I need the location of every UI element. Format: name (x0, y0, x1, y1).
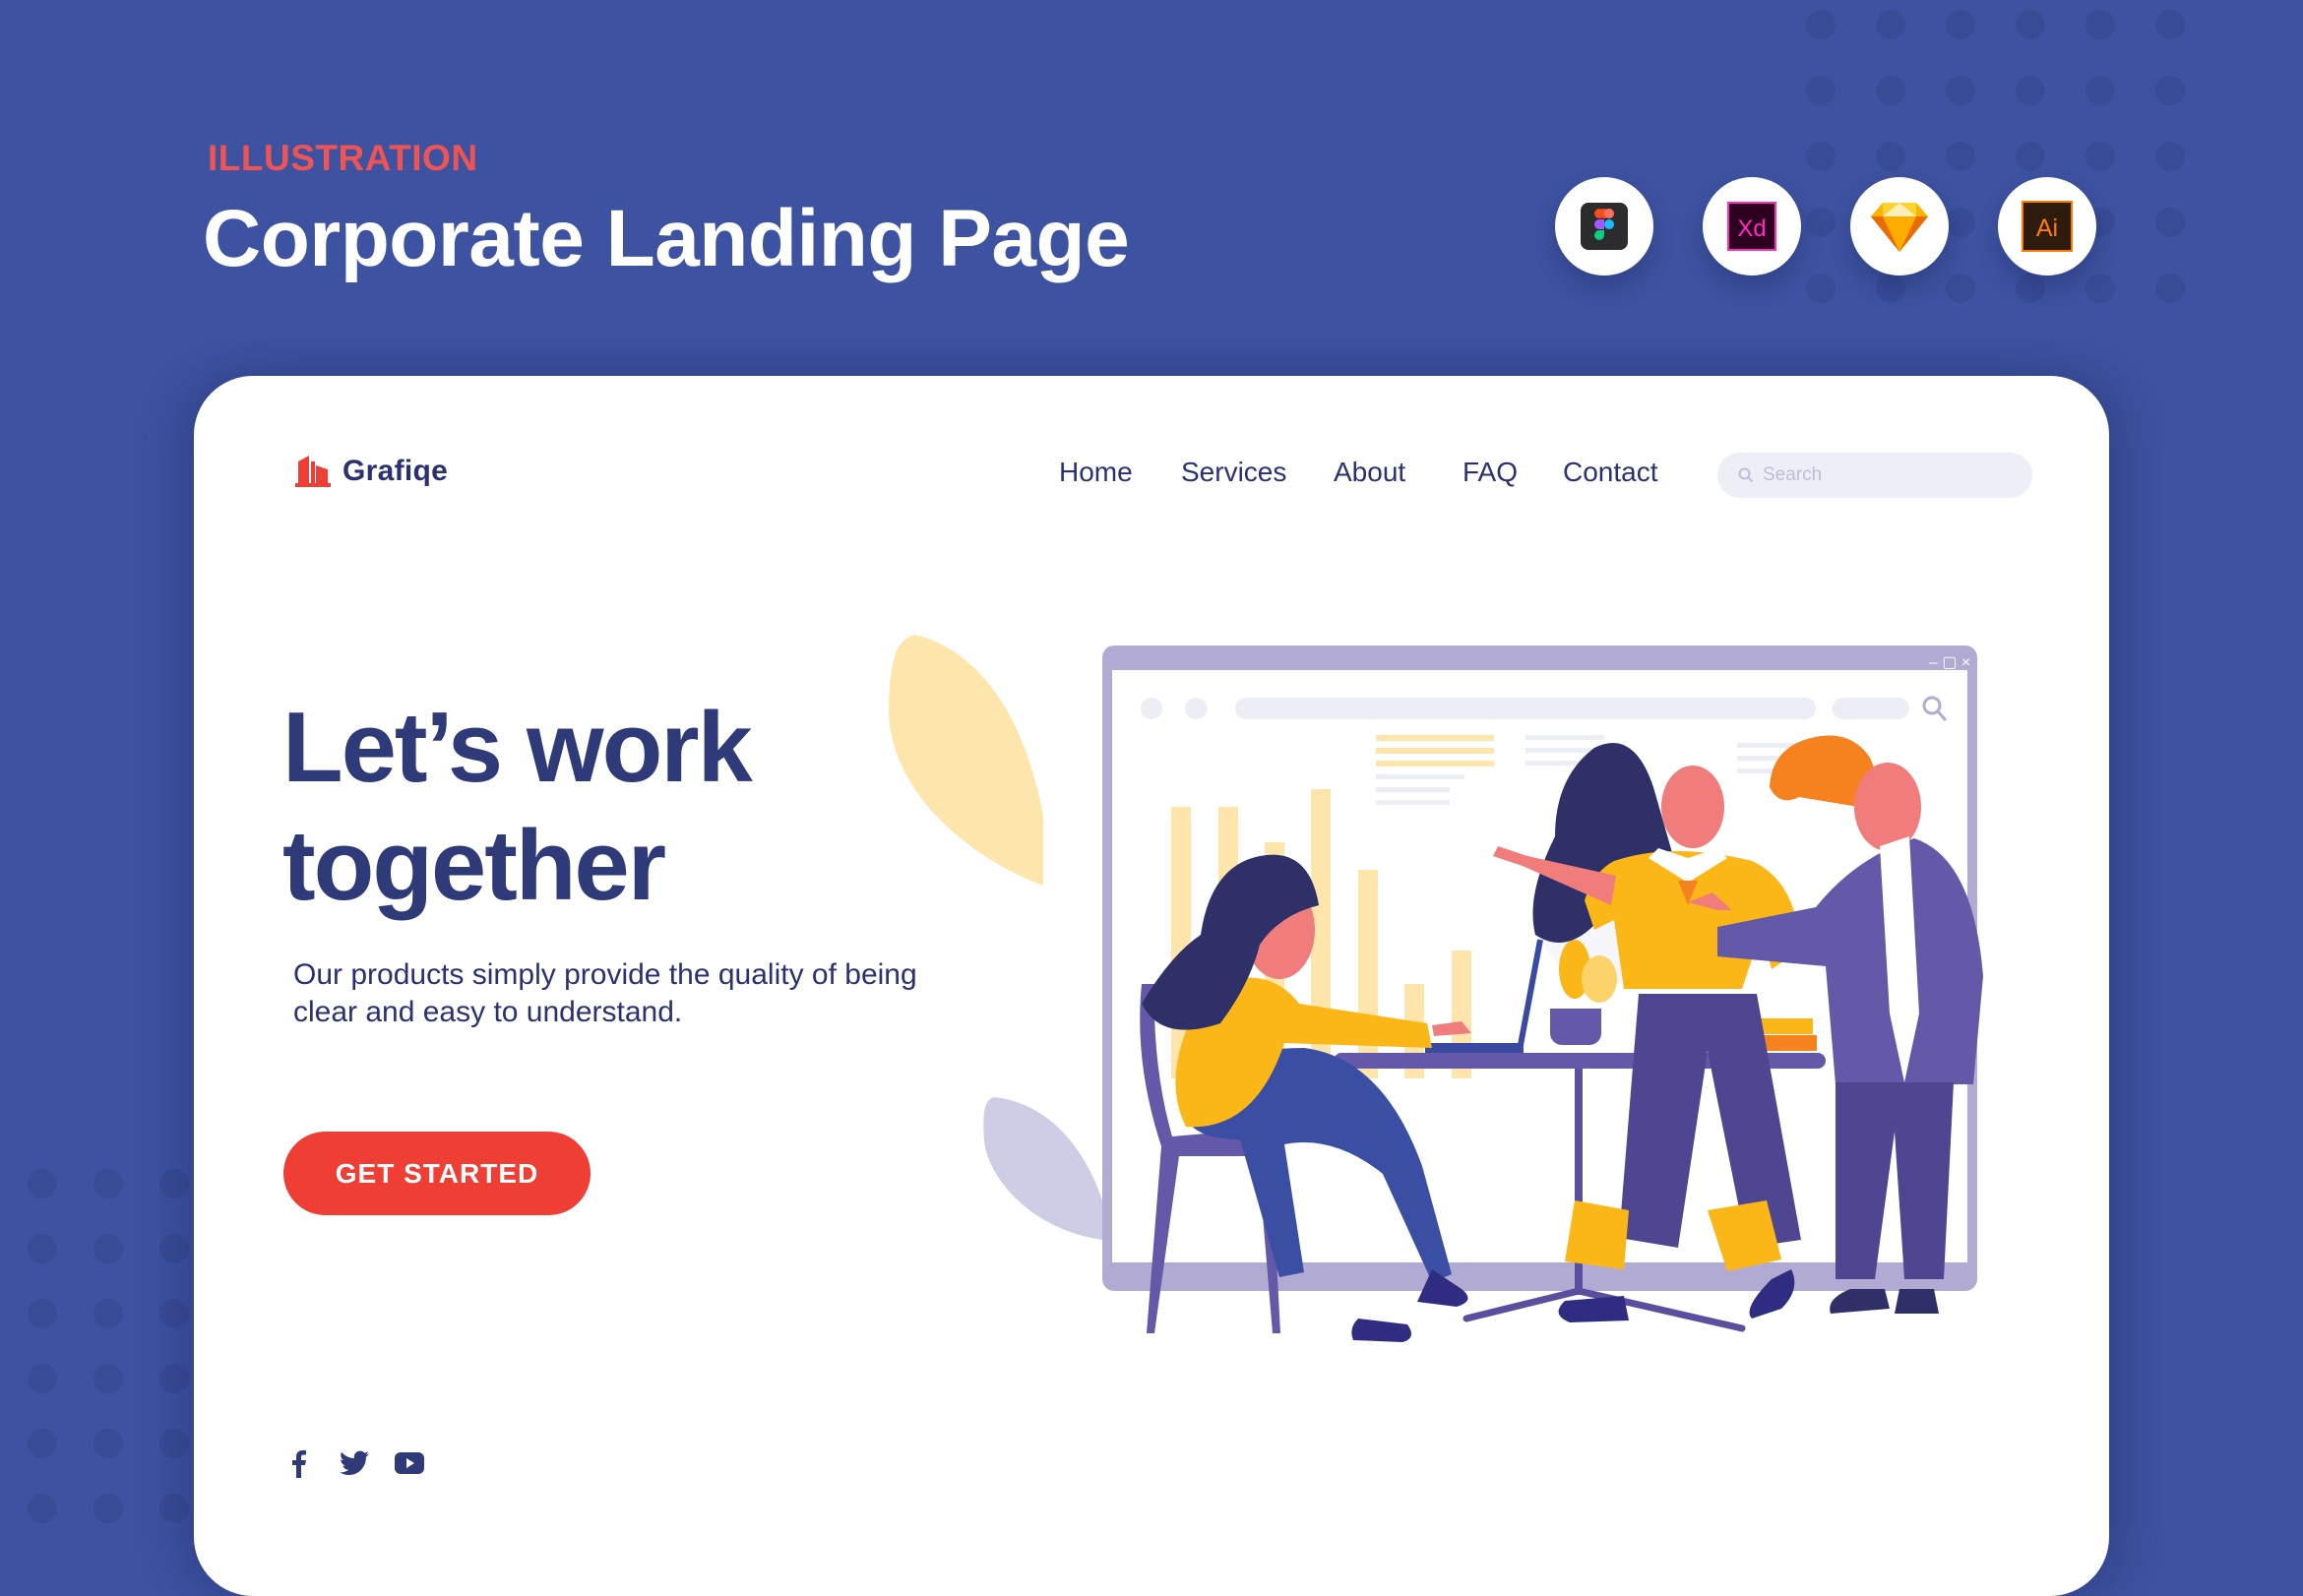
bg-dot (28, 1234, 57, 1263)
bg-dot (2085, 142, 2115, 171)
bg-dot (2016, 76, 2045, 105)
bg-dot (1876, 10, 1905, 39)
bg-dot (2085, 274, 2115, 303)
bg-dot (93, 1494, 123, 1523)
bg-dot (93, 1299, 123, 1328)
team-illustration: – ▢ × (888, 635, 1983, 1342)
illustrator-icon: Ai (2022, 201, 2073, 252)
bg-dot (2016, 10, 2045, 39)
bg-dot (2155, 142, 2185, 171)
bg-dot (1806, 76, 1836, 105)
bg-dot (2085, 76, 2115, 105)
bg-dot (2016, 142, 2045, 171)
tool-figma (1555, 177, 1653, 276)
page-title: Corporate Landing Page (203, 194, 1130, 283)
leaf-lavender (983, 1097, 1102, 1240)
bg-dot (93, 1364, 123, 1393)
tool-sketch (1850, 177, 1949, 276)
window-controls: – ▢ × (1929, 654, 1970, 671)
bg-dot (28, 1169, 57, 1198)
bg-dot (2155, 274, 2185, 303)
bg-dot (1876, 76, 1905, 105)
bg-dot (1876, 142, 1905, 171)
bg-dot (93, 1429, 123, 1458)
bg-dot (2155, 10, 2185, 39)
sketch-icon (1871, 203, 1928, 252)
bg-dot (1806, 208, 1836, 237)
tool-xd: Xd (1703, 177, 1801, 276)
xd-icon: Xd (1727, 202, 1776, 251)
bg-dot (28, 1299, 57, 1328)
bg-dot (28, 1494, 57, 1523)
bg-dot (28, 1364, 57, 1393)
bg-dot (93, 1234, 123, 1263)
bg-dot (1806, 274, 1836, 303)
svg-text:Ai: Ai (2036, 215, 2058, 242)
bg-dot (159, 1234, 189, 1263)
bg-dot (159, 1364, 189, 1393)
eyebrow-label: ILLUSTRATION (208, 138, 478, 178)
svg-text:Xd: Xd (1737, 215, 1766, 242)
tool-illustrator: Ai (1998, 177, 2096, 276)
bg-dot (159, 1429, 189, 1458)
bg-dot (1946, 76, 1975, 105)
figma-icon (1581, 203, 1628, 250)
bg-dot (28, 1429, 57, 1458)
bg-dot (1946, 10, 1975, 39)
bg-dot (1946, 142, 1975, 171)
bg-dot (1876, 274, 1905, 303)
bg-dot (159, 1169, 189, 1198)
bg-dot (1806, 142, 1836, 171)
leaf-yellow (888, 635, 1043, 886)
bg-dot (1946, 208, 1975, 237)
bg-dot (1806, 10, 1836, 39)
bg-dot (159, 1494, 189, 1523)
bg-dot (2016, 274, 2045, 303)
bg-dot (2155, 208, 2185, 237)
bg-dot (93, 1169, 123, 1198)
bg-dot (1946, 274, 1975, 303)
bg-dot (2085, 10, 2115, 39)
bg-dot (2155, 76, 2185, 105)
landing-page-card: Grafiqe Home Services About FAQ Contact … (194, 376, 2109, 1596)
bg-dot (159, 1299, 189, 1328)
